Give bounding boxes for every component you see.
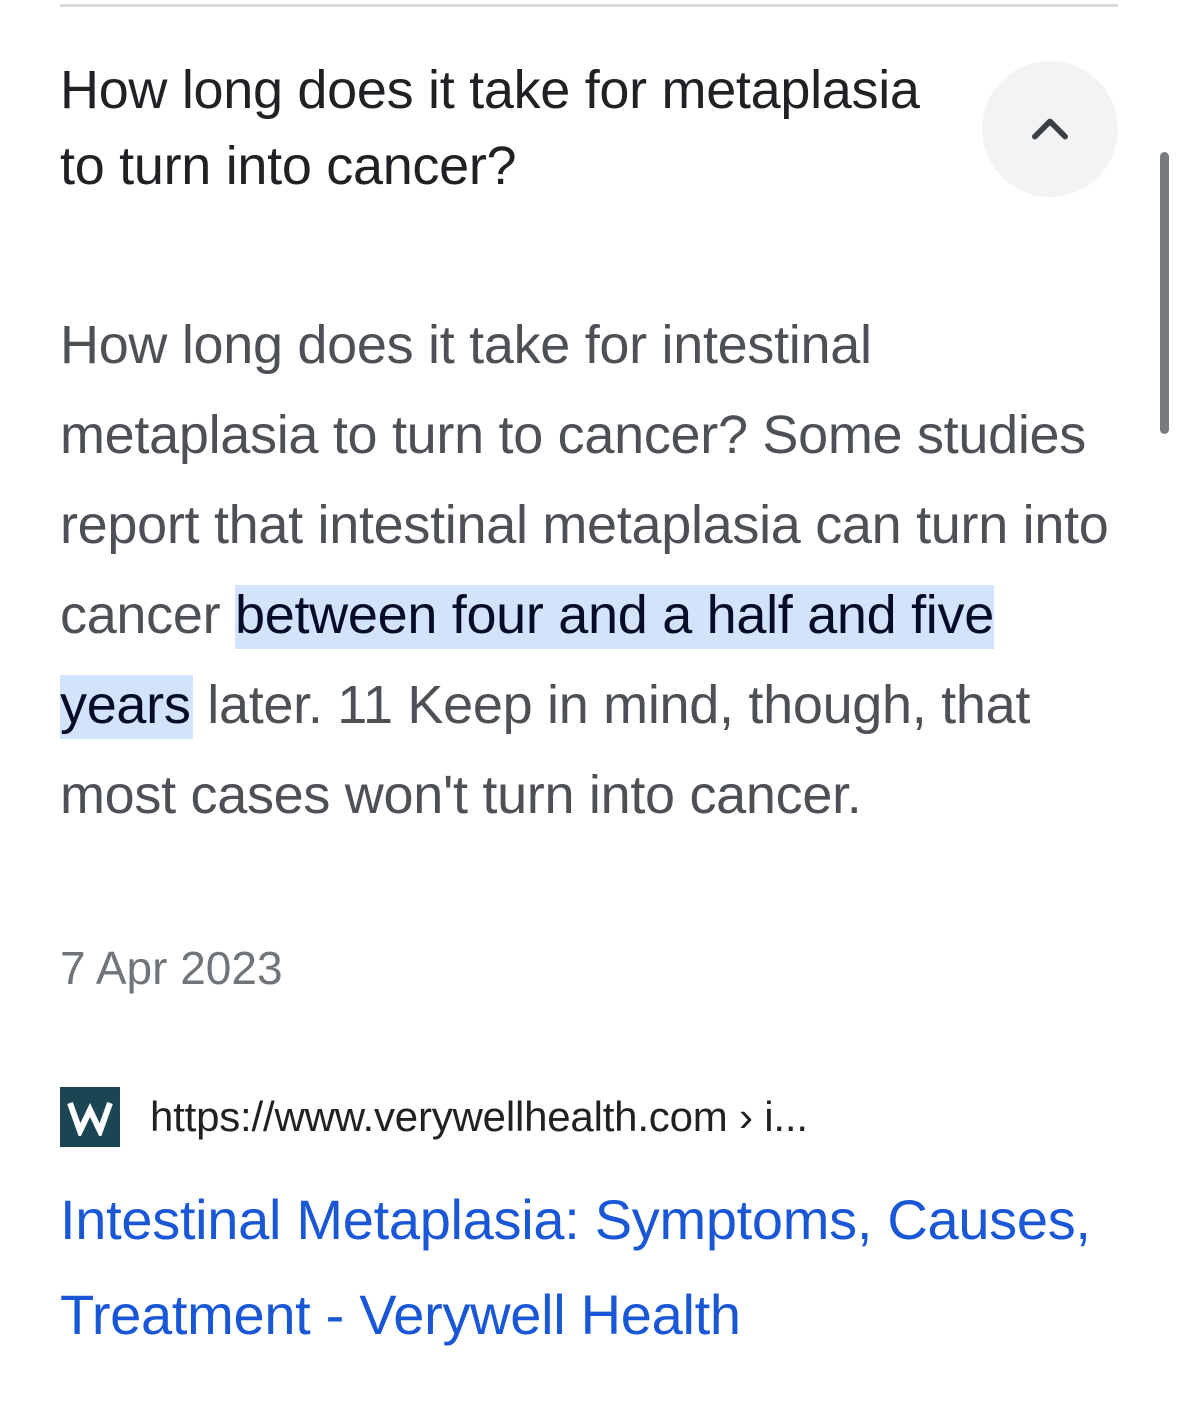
collapse-button[interactable]	[982, 61, 1118, 197]
top-divider	[60, 4, 1118, 7]
result-title-link[interactable]: Intestinal Metaplasia: Symptoms, Causes,…	[60, 1172, 1120, 1362]
verywell-logo-icon	[60, 1087, 120, 1147]
source-url[interactable]: https://www.verywellhealth.com › i...	[150, 1093, 808, 1141]
snippet-date: 7 Apr 2023	[60, 942, 283, 994]
answer-snippet: How long does it take for intestinal met…	[60, 300, 1120, 840]
source-row[interactable]: https://www.verywellhealth.com › i...	[60, 1087, 808, 1147]
answer-text-after: later. 11 Keep in mind, though, that mos…	[60, 675, 1031, 825]
question-heading[interactable]: How long does it take for metaplasia to …	[60, 52, 940, 204]
chevron-up-icon	[1032, 118, 1068, 140]
scrollbar[interactable]	[1160, 152, 1169, 434]
